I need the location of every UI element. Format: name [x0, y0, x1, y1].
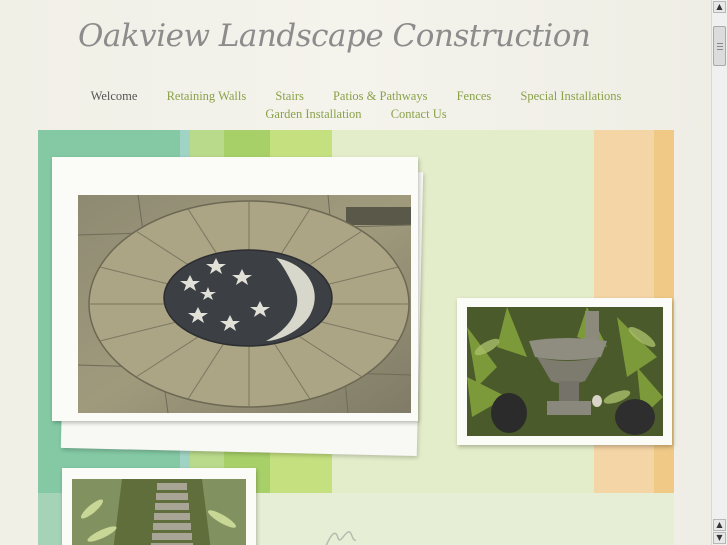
grip-line-icon	[717, 49, 723, 50]
nav-special-installations[interactable]: Special Installations	[520, 89, 621, 103]
scroll-thumb[interactable]	[713, 26, 726, 66]
patio-moon-stars-image	[78, 195, 411, 413]
scroll-up-icon[interactable]: ▲	[713, 1, 726, 13]
main-nav-row2: Garden Installation Contact Us	[38, 107, 674, 122]
photo-garden-urn	[467, 307, 663, 436]
nav-fences[interactable]: Fences	[457, 89, 492, 103]
script-heading-fragment	[325, 531, 357, 545]
nav-retaining-walls[interactable]: Retaining Walls	[167, 89, 247, 103]
grip-line-icon	[717, 43, 723, 44]
garden-stairs-image	[72, 479, 246, 545]
nav-contact-us[interactable]: Contact Us	[391, 107, 447, 121]
nav-patios-pathways[interactable]: Patios & Pathways	[333, 89, 427, 103]
scroll-up-icon-bottom[interactable]: ▲	[713, 519, 726, 531]
page: Oakview Landscape Construction Welcome R…	[0, 0, 711, 545]
vertical-scrollbar[interactable]: ▲ ▲ ▼	[711, 0, 727, 545]
main-nav: Welcome Retaining Walls Stairs Patios & …	[38, 89, 674, 104]
nav-stairs[interactable]: Stairs	[275, 89, 303, 103]
photo-garden-stairs	[72, 479, 246, 545]
scroll-down-icon[interactable]: ▼	[713, 532, 726, 544]
nav-welcome[interactable]: Welcome	[91, 89, 138, 103]
site-title[interactable]: Oakview Landscape Construction	[78, 18, 591, 54]
nav-garden-installation[interactable]: Garden Installation	[265, 107, 361, 121]
garden-urn-image	[467, 307, 663, 436]
photo-stone-patio	[78, 195, 411, 413]
grip-line-icon	[717, 46, 723, 47]
